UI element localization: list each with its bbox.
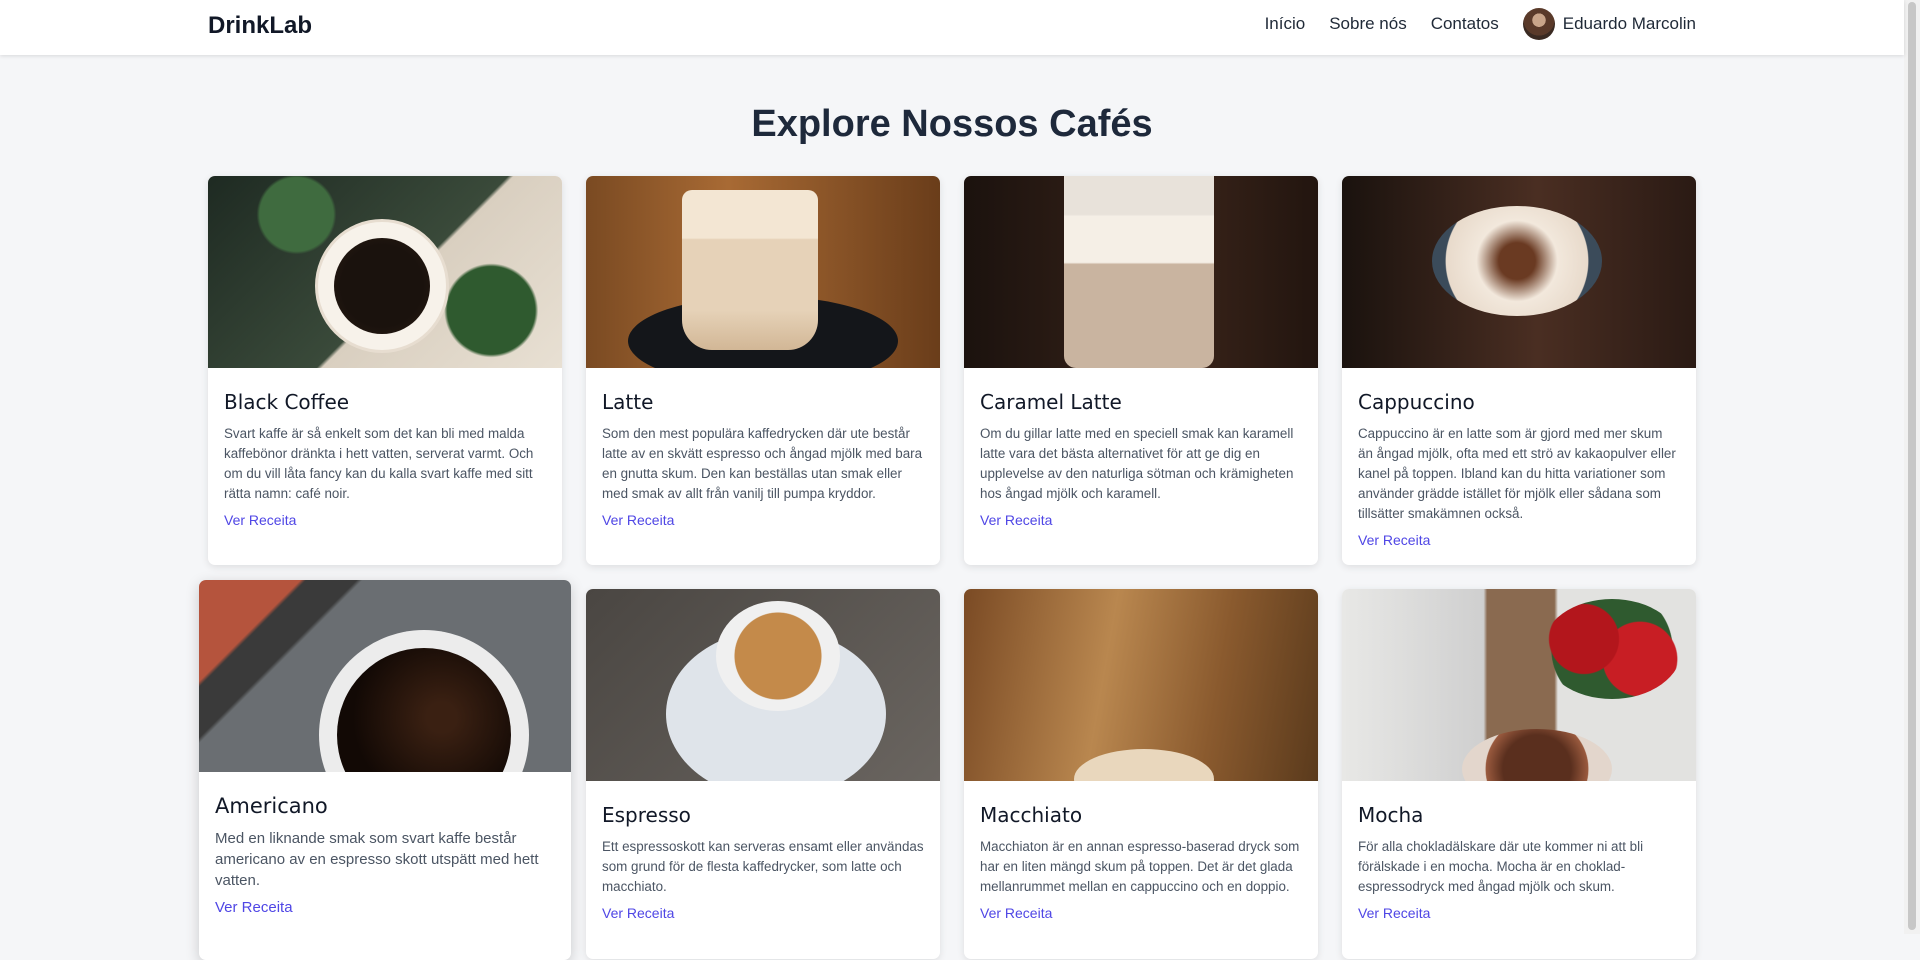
card-image [586, 589, 940, 781]
view-recipe-link[interactable]: Ver Receita [980, 512, 1052, 528]
view-recipe-link[interactable]: Ver Receita [602, 905, 674, 921]
card-espresso: Espresso Ett espressoskott kan serveras … [586, 589, 940, 959]
card-image [199, 580, 571, 772]
card-cappuccino: Cappuccino Cappuccino är en latte som är… [1342, 176, 1696, 565]
card-image [964, 176, 1318, 368]
card-grid: Black Coffee Svart kaffe är så enkelt so… [0, 0, 1904, 960]
card-title: Latte [602, 390, 654, 414]
avatar [1522, 8, 1555, 40]
card-description: Med en liknande smak som svart kaffe bes… [215, 830, 539, 889]
card-image [964, 589, 1318, 781]
user-menu[interactable]: Eduardo Marcolin [1522, 8, 1696, 40]
page-scrollbar[interactable] [1904, 0, 1920, 934]
card-black-coffee: Black Coffee Svart kaffe är så enkelt so… [208, 176, 562, 565]
card-title: Cappuccino [1358, 390, 1475, 414]
scrollbar-thumb[interactable] [1908, 2, 1916, 930]
card-title: Americano [215, 794, 328, 818]
card-title: Espresso [602, 803, 691, 827]
brand-logo[interactable]: DrinkLab [208, 12, 312, 40]
nav-link-inicio[interactable]: Início [1265, 14, 1306, 34]
nav-link-contatos[interactable]: Contatos [1431, 14, 1499, 34]
card-description: För alla chokladälskare där ute kommer n… [1358, 839, 1644, 894]
card-title: Caramel Latte [980, 390, 1122, 414]
card-caramel-latte: Caramel Latte Om du gillar latte med en … [964, 176, 1318, 565]
view-recipe-link[interactable]: Ver Receita [215, 899, 293, 916]
view-recipe-link[interactable]: Ver Receita [1358, 532, 1430, 548]
card-mocha: Mocha För alla chokladälskare där ute ko… [1342, 589, 1696, 959]
card-macchiato: Macchiato Macchiaton är en annan espress… [964, 589, 1318, 959]
nav-links: Início Sobre nós Contatos Eduardo Marcol… [1241, 8, 1696, 40]
view-recipe-link[interactable]: Ver Receita [224, 512, 296, 528]
view-recipe-link[interactable]: Ver Receita [1358, 905, 1430, 921]
navbar: DrinkLab Início Sobre nós Contatos Eduar… [0, 0, 1904, 55]
user-name: Eduardo Marcolin [1562, 14, 1696, 33]
card-title: Macchiato [980, 803, 1083, 827]
card-title: Black Coffee [224, 390, 350, 414]
card-description: Som den mest populära kaffedrycken där u… [602, 426, 923, 501]
card-americano: Americano Med en liknande smak som svart… [199, 580, 571, 960]
nav-link-sobre-nos[interactable]: Sobre nós [1329, 14, 1407, 34]
card-description: Macchiaton är en annan espresso-baserad … [980, 839, 1300, 894]
card-description: Svart kaffe är så enkelt som det kan bli… [224, 426, 534, 501]
card-description: Om du gillar latte med en speciell smak … [980, 426, 1294, 501]
card-image [1342, 589, 1696, 781]
view-recipe-link[interactable]: Ver Receita [602, 512, 674, 528]
card-description: Cappuccino är en latte som är gjord med … [1358, 426, 1676, 521]
card-image [586, 176, 940, 368]
card-latte: Latte Som den mest populära kaffedrycken… [586, 176, 940, 565]
view-recipe-link[interactable]: Ver Receita [980, 905, 1052, 921]
card-image [1342, 176, 1696, 368]
card-image [208, 176, 562, 368]
card-title: Mocha [1358, 803, 1424, 827]
card-description: Ett espressoskott kan serveras ensamt el… [602, 839, 924, 894]
